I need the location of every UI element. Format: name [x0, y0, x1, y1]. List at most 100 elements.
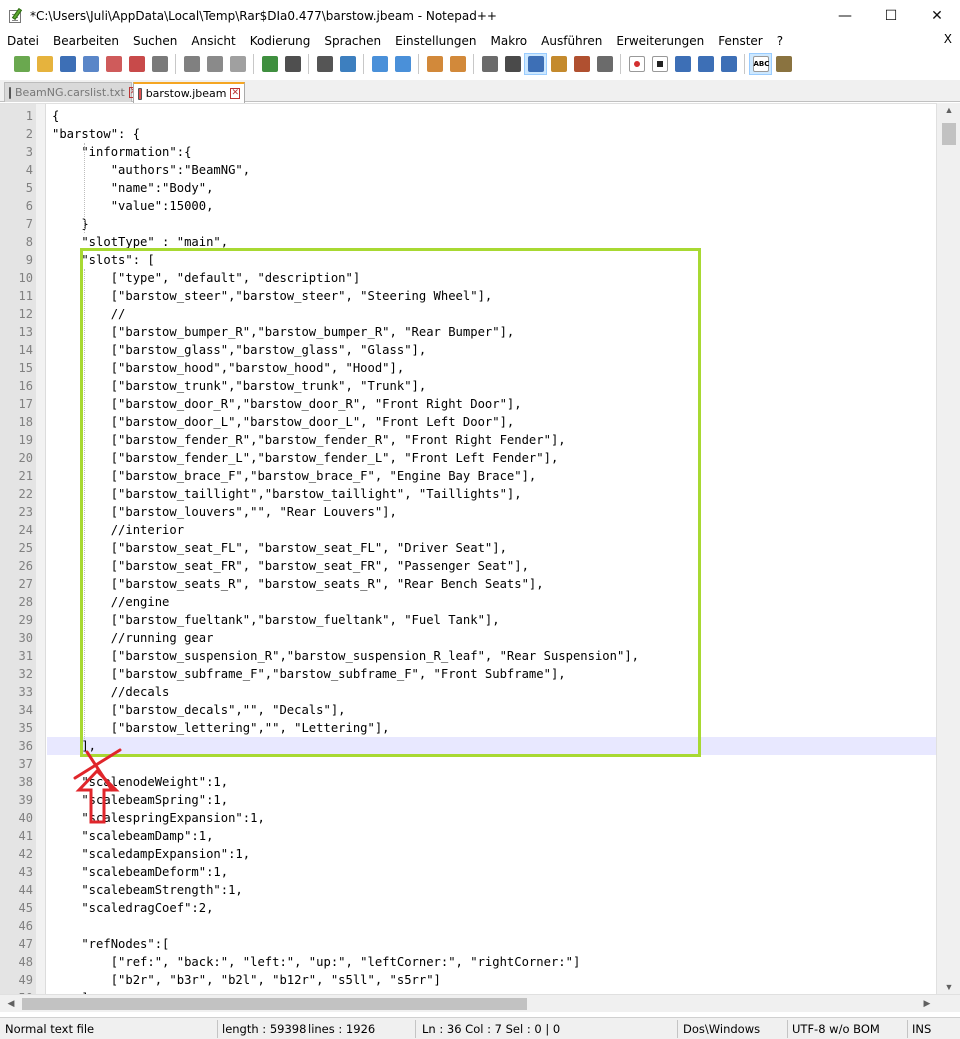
code-line[interactable]: 2 "barstow": {	[26, 125, 936, 143]
code-line[interactable]: 42 "scaledampExpansion":1,	[19, 845, 936, 863]
zoom-out-button[interactable]	[391, 53, 414, 75]
menu-bearbeiten[interactable]: Bearbeiten	[46, 34, 126, 48]
code-line[interactable]: 7 }	[26, 215, 936, 233]
code-line[interactable]: 45 "scaledragCoef":2,	[19, 899, 936, 917]
scroll-up-icon[interactable]: ▲	[943, 105, 955, 117]
show-all-chars-button[interactable]	[501, 53, 524, 75]
code-line[interactable]: 49 ["b2r", "b3r", "b2l", "b12r", "s5ll",…	[19, 971, 936, 989]
code-line[interactable]: 9 "slots": [	[26, 251, 936, 269]
editor[interactable]: 1{2 "barstow": {3 "information":{4 "autho…	[0, 103, 960, 996]
save-button[interactable]	[56, 53, 79, 75]
code-line[interactable]: 43 "scalebeamDeform":1,	[19, 863, 936, 881]
vertical-scroll-thumb[interactable]	[942, 123, 956, 145]
code-line[interactable]: 18 ["barstow_door_L","barstow_door_L", "…	[19, 413, 936, 431]
close-document-button[interactable]: X	[944, 32, 952, 46]
replace-button[interactable]	[336, 53, 359, 75]
horizontal-scrollbar[interactable]: ◀ ▶	[0, 994, 960, 1012]
code-line[interactable]: 29 ["barstow_fueltank","barstow_fueltank…	[19, 611, 936, 629]
horizontal-scroll-thumb[interactable]	[22, 998, 527, 1010]
menu-sprachen[interactable]: Sprachen	[317, 34, 388, 48]
menu-ausfuehren[interactable]: Ausführen	[534, 34, 609, 48]
new-file-button[interactable]	[10, 53, 33, 75]
minimize-button[interactable]: —	[822, 0, 868, 31]
spellcheck-button[interactable]: ABC	[749, 52, 772, 75]
code-line[interactable]: 36 ],	[19, 737, 936, 755]
code-line[interactable]: 46	[19, 917, 936, 935]
code-line[interactable]: 24 //interior	[19, 521, 936, 539]
code-line[interactable]: 20 ["barstow_fender_L","barstow_fender_L…	[19, 449, 936, 467]
code-line[interactable]: 32 ["barstow_subframe_F","barstow_subfra…	[19, 665, 936, 683]
code-line[interactable]: 48 ["ref:", "back:", "left:", "up:", "le…	[19, 953, 936, 971]
paste-button[interactable]	[226, 53, 249, 75]
menu-suchen[interactable]: Suchen	[126, 34, 184, 48]
indent-guide-button[interactable]	[524, 52, 547, 75]
vertical-scrollbar[interactable]: ▲ ▼	[936, 103, 960, 996]
undo-button[interactable]	[258, 53, 281, 75]
open-file-button[interactable]	[33, 53, 56, 75]
code-line[interactable]: 28 //engine	[19, 593, 936, 611]
print-button[interactable]	[148, 53, 171, 75]
menu-erweiterungen[interactable]: Erweiterungen	[609, 34, 711, 48]
code-line[interactable]: 8 "slotType" : "main",	[26, 233, 936, 251]
fold-margin[interactable]	[36, 104, 46, 996]
code-line[interactable]: 38 "scalenodeWeight":1,	[19, 773, 936, 791]
save-all-button[interactable]	[79, 53, 102, 75]
menu-kodierung[interactable]: Kodierung	[243, 34, 318, 48]
word-wrap-button[interactable]	[478, 53, 501, 75]
code-area[interactable]: 1{2 "barstow": {3 "information":{4 "autho…	[19, 104, 936, 996]
code-line[interactable]: 4 "authors":"BeamNG",	[26, 161, 936, 179]
scroll-right-icon[interactable]: ▶	[920, 996, 934, 1010]
run-macro-multiple-button[interactable]	[694, 53, 717, 75]
code-line[interactable]: 41 "scalebeamDamp":1,	[19, 827, 936, 845]
redo-button[interactable]	[281, 53, 304, 75]
code-line[interactable]: 40 "scalespringExpansion":1,	[19, 809, 936, 827]
code-line[interactable]: 30 //running gear	[19, 629, 936, 647]
sync-vertical-button[interactable]	[423, 53, 446, 75]
copy-button[interactable]	[203, 53, 226, 75]
play-macro-button[interactable]	[671, 53, 694, 75]
code-line[interactable]: 34 ["barstow_decals","", "Decals"],	[19, 701, 936, 719]
code-line[interactable]: 11 ["barstow_steer","barstow_steer", "St…	[19, 287, 936, 305]
code-line[interactable]: 13 ["barstow_bumper_R","barstow_bumper_R…	[19, 323, 936, 341]
code-line[interactable]: 10 ["type", "default", "description"]	[19, 269, 936, 287]
cut-button[interactable]	[180, 53, 203, 75]
tab-beamng-carslist[interactable]: BeamNG.carslist.txt ✕	[4, 82, 139, 102]
function-list-button[interactable]	[593, 53, 616, 75]
code-line[interactable]: 44 "scalebeamStrength":1,	[19, 881, 936, 899]
close-window-button[interactable]: ✕	[914, 0, 960, 31]
scroll-left-icon[interactable]: ◀	[4, 996, 18, 1010]
code-line[interactable]: 39 "scalebeamSpring":1,	[19, 791, 936, 809]
code-line[interactable]: 15 ["barstow_hood","barstow_hood", "Hood…	[19, 359, 936, 377]
code-line[interactable]: 6 "value":15000,	[26, 197, 936, 215]
sync-horizontal-button[interactable]	[446, 53, 469, 75]
spellcheck-settings-button[interactable]	[772, 53, 795, 75]
close-all-button[interactable]	[125, 53, 148, 75]
doc-map-button[interactable]	[570, 53, 593, 75]
menu-ansicht[interactable]: Ansicht	[184, 34, 242, 48]
close-tab-icon[interactable]: ✕	[230, 88, 240, 99]
save-macro-button[interactable]	[717, 53, 740, 75]
code-line[interactable]: 21 ["barstow_brace_F","barstow_brace_F",…	[19, 467, 936, 485]
code-line[interactable]: 16 ["barstow_trunk","barstow_trunk", "Tr…	[19, 377, 936, 395]
code-line[interactable]: 31 ["barstow_suspension_R","barstow_susp…	[19, 647, 936, 665]
stop-macro-button[interactable]	[648, 53, 671, 75]
record-macro-button[interactable]	[625, 53, 648, 75]
menu-makro[interactable]: Makro	[483, 34, 534, 48]
code-line[interactable]: 19 ["barstow_fender_R","barstow_fender_R…	[19, 431, 936, 449]
code-line[interactable]: 23 ["barstow_louvers","", "Rear Louvers"…	[19, 503, 936, 521]
zoom-in-button[interactable]	[368, 53, 391, 75]
code-line[interactable]: 47 "refNodes":[	[19, 935, 936, 953]
code-line[interactable]: 25 ["barstow_seat_FL", "barstow_seat_FL"…	[19, 539, 936, 557]
menu-datei[interactable]: Datei	[0, 34, 46, 48]
code-line[interactable]: 1{	[26, 107, 936, 125]
scroll-down-icon[interactable]: ▼	[943, 982, 955, 994]
code-line[interactable]: 17 ["barstow_door_R","barstow_door_R", "…	[19, 395, 936, 413]
code-line[interactable]: 35 ["barstow_lettering","", "Lettering"]…	[19, 719, 936, 737]
code-line[interactable]: 5 "name":"Body",	[26, 179, 936, 197]
menu-einstellungen[interactable]: Einstellungen	[388, 34, 483, 48]
menu-fenster[interactable]: Fenster	[711, 34, 770, 48]
code-line[interactable]: 3 "information":{	[26, 143, 936, 161]
maximize-button[interactable]: ☐	[868, 0, 914, 31]
code-line[interactable]: 22 ["barstow_taillight","barstow_taillig…	[19, 485, 936, 503]
code-line[interactable]: 14 ["barstow_glass","barstow_glass", "Gl…	[19, 341, 936, 359]
